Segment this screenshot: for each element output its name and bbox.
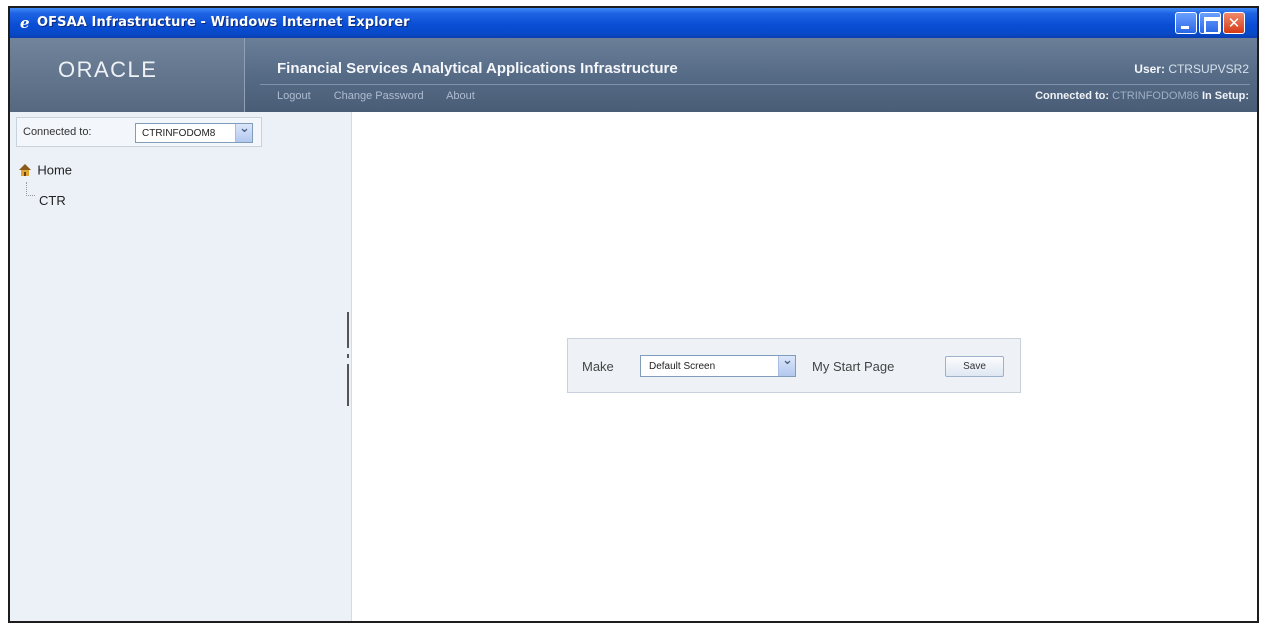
header-divider [260,84,1250,85]
my-start-page-label: My Start Page [812,359,895,374]
maximize-button[interactable] [1199,12,1221,34]
browser-window: e OFSAA Infrastructure - Windows Interne… [8,6,1259,623]
in-setup-label: In Setup: [1201,90,1249,102]
tree-connector [26,182,35,196]
sidebar: Connected to: CTRINFODOM8 Home CTR [10,112,352,621]
logout-link[interactable]: Logout [277,90,311,102]
infodom-select-value: CTRINFODOM8 [142,128,216,139]
user-label: User: [1134,62,1165,76]
minimize-button[interactable] [1175,12,1197,34]
connection-info: Connected to: CTRINFODOM86 In Setup: [1035,90,1249,102]
about-link[interactable]: About [446,90,475,102]
app-header: ORACLE Financial Services Analytical App… [10,38,1257,112]
sidebar-connected-label: Connected to: [23,126,92,138]
window-titlebar[interactable]: e OFSAA Infrastructure - Windows Interne… [10,8,1257,38]
tree-item-ctr[interactable]: CTR [39,193,66,208]
infodom-select[interactable]: CTRINFODOM8 [135,121,253,143]
logo-area: ORACLE [10,38,245,112]
main-content: Make Default Screen My Start Page Save [353,112,1257,621]
close-button[interactable]: ✕ [1223,12,1245,34]
screen-select-value: Default Screen [649,361,716,372]
panel-splitter[interactable] [346,312,350,406]
sidebar-connection: Connected to: CTRINFODOM8 [16,117,262,147]
ie-icon: e [20,14,30,32]
oracle-logo: ORACLE [58,57,158,82]
chevron-down-icon[interactable] [778,353,795,376]
connected-value: CTRINFODOM86 [1112,90,1199,102]
user-value: CTRSUPVSR2 [1168,62,1249,76]
make-label: Make [582,359,614,374]
window-title: OFSAA Infrastructure - Windows Internet … [37,15,410,30]
app-title: Financial Services Analytical Applicatio… [277,60,678,77]
home-icon [19,163,31,176]
connected-label: Connected to: [1035,90,1110,102]
tree-item-home[interactable]: Home [18,162,72,178]
tree-item-home-label: Home [37,162,73,178]
chevron-down-icon[interactable] [235,121,252,142]
start-page-panel: Make Default Screen My Start Page Save [567,338,1021,393]
user-info: User: CTRSUPVSR2 [1134,62,1249,76]
header-nav: Logout Change Password About [277,90,495,102]
change-password-link[interactable]: Change Password [334,90,424,102]
screen-select[interactable]: Default Screen [640,353,796,377]
close-icon: ✕ [1227,14,1241,32]
save-button[interactable]: Save [945,356,1004,377]
